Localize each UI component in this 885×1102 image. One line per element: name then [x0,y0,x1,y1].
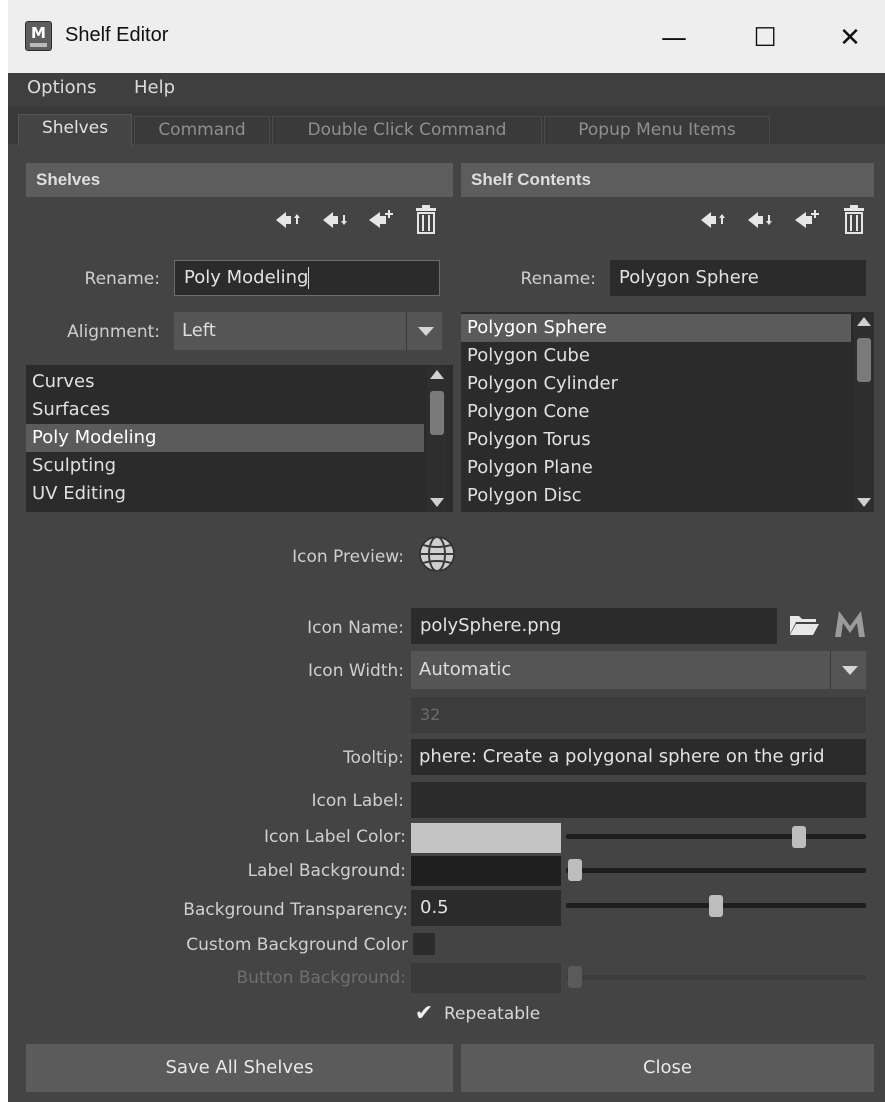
menu-bar: Options Help [8,73,885,106]
shelves-list-scrollbar[interactable] [427,365,447,512]
move-shelf-down-icon[interactable] [320,206,350,234]
save-all-shelves-button[interactable]: Save All Shelves [26,1044,453,1092]
background-transparency-label: Background Transparency: [183,900,408,920]
repeatable-label: Repeatable [444,1004,541,1024]
window-title: Shelf Editor [65,24,169,46]
content-list-item[interactable]: Polygon Cube [461,342,851,370]
scroll-down-icon[interactable] [854,312,874,512]
content-list-item[interactable]: Polygon Cone [461,398,851,426]
label-background-slider-handle[interactable] [568,859,582,881]
add-item-icon[interactable] [792,204,824,234]
shelf-rename-label: Rename: [84,269,160,289]
maya-icon-browser-icon[interactable] [833,609,867,639]
move-shelf-up-icon[interactable] [273,206,303,234]
repeatable-checkbox[interactable]: ✔ [411,1001,437,1027]
tooltip-input[interactable]: phere: Create a polygonal sphere on the … [411,739,866,775]
move-item-down-icon[interactable] [745,206,775,234]
shelf-list-item[interactable]: Sculpting [26,452,424,480]
background-transparency-input[interactable]: 0.5 [411,890,561,926]
delete-item-icon[interactable] [842,203,866,235]
minimize-button[interactable]: — [654,18,694,58]
alignment-value: Left [182,320,216,341]
alignment-label: Alignment: [67,322,160,342]
shelf-rename-input[interactable]: Poly Modeling [174,260,440,296]
icon-label-label: Icon Label: [311,791,404,811]
alignment-dropdown[interactable]: Left [174,312,442,350]
menu-help[interactable]: Help [134,77,175,98]
tab-command[interactable]: Command [134,116,270,144]
icon-name-label: Icon Name: [307,618,404,638]
content-list-item[interactable]: Polygon Cylinder [461,370,851,398]
shelf-contents-list[interactable]: Polygon Sphere Polygon Cube Polygon Cyli… [461,312,874,512]
move-item-up-icon[interactable] [698,206,728,234]
shelf-list-item-selected[interactable]: Poly Modeling [26,424,424,452]
icon-width-dropdown[interactable]: Automatic [411,651,866,689]
content-list-item[interactable]: Polygon Plane [461,454,851,482]
icon-width-number-field: 32 [411,697,866,733]
label-background-label: Label Background: [247,861,406,881]
maya-app-icon: M [25,21,52,51]
shelf-editor-window: M Shelf Editor — ☐ ✕ Options Help Shelve… [8,0,885,1102]
maximize-button[interactable]: ☐ [745,18,785,58]
scroll-down-icon[interactable] [427,365,447,512]
icon-label-color-slider-track[interactable] [566,834,866,839]
tab-shelves[interactable]: Shelves [18,114,132,146]
shelf-contents-header: Shelf Contents [461,163,874,197]
content-list-item[interactable]: Polygon Disc [461,482,851,510]
icon-label-input[interactable] [411,782,866,818]
icon-label-color-slider-handle[interactable] [791,826,806,848]
shelves-list[interactable]: Curves Surfaces Poly Modeling Sculpting … [26,365,453,512]
shelf-rename-value: Poly Modeling [184,267,309,288]
custom-background-color-label: Custom Background Color [186,935,408,955]
tab-double-click-command[interactable]: Double Click Command [272,116,542,144]
contents-list-scrollbar[interactable] [854,312,874,512]
delete-shelf-icon[interactable] [414,203,438,235]
close-button[interactable]: Close [461,1044,874,1092]
chevron-down-icon [406,312,442,350]
icon-label-color-label: Icon Label Color: [263,827,406,847]
button-background-label: Button Background: [236,968,407,988]
menu-options[interactable]: Options [27,77,96,98]
icon-label-color-swatch[interactable] [411,823,561,853]
chevron-down-icon [830,651,866,689]
button-background-slider-handle [568,966,582,988]
icon-width-label: Icon Width: [307,661,404,681]
title-bar[interactable]: M Shelf Editor — ☐ ✕ [8,0,885,73]
content-list-item-selected[interactable]: Polygon Sphere [461,314,851,342]
icon-width-value: Automatic [419,659,512,680]
icon-name-input[interactable]: polySphere.png [411,608,777,644]
label-background-swatch[interactable] [411,856,561,886]
button-background-slider-track [566,975,866,980]
tooltip-label: Tooltip: [343,748,404,768]
polygon-sphere-icon [419,536,455,572]
shelves-header: Shelves [26,163,453,197]
shelf-list-item[interactable]: UV Editing [26,480,424,508]
item-rename-label: Rename: [520,269,596,289]
item-rename-input[interactable]: Polygon Sphere [610,260,866,296]
tab-bar: Shelves Command Double Click Command Pop… [8,106,885,146]
app-icon-letter: M [31,24,46,42]
shelf-list-item[interactable]: Surfaces [26,396,424,424]
button-background-swatch [411,963,561,993]
close-window-button[interactable]: ✕ [830,18,870,58]
icon-preview-label: Icon Preview: [292,547,404,567]
folder-icon[interactable] [788,612,820,638]
content-list-item[interactable]: Polygon Torus [461,426,851,454]
background-transparency-slider-handle[interactable] [709,895,723,917]
shelf-list-item[interactable]: Curves [26,368,424,396]
new-shelf-icon[interactable] [366,204,398,234]
label-background-slider-track[interactable] [566,868,866,873]
tab-popup-menu-items[interactable]: Popup Menu Items [544,116,770,144]
custom-background-color-checkbox[interactable] [413,933,435,955]
